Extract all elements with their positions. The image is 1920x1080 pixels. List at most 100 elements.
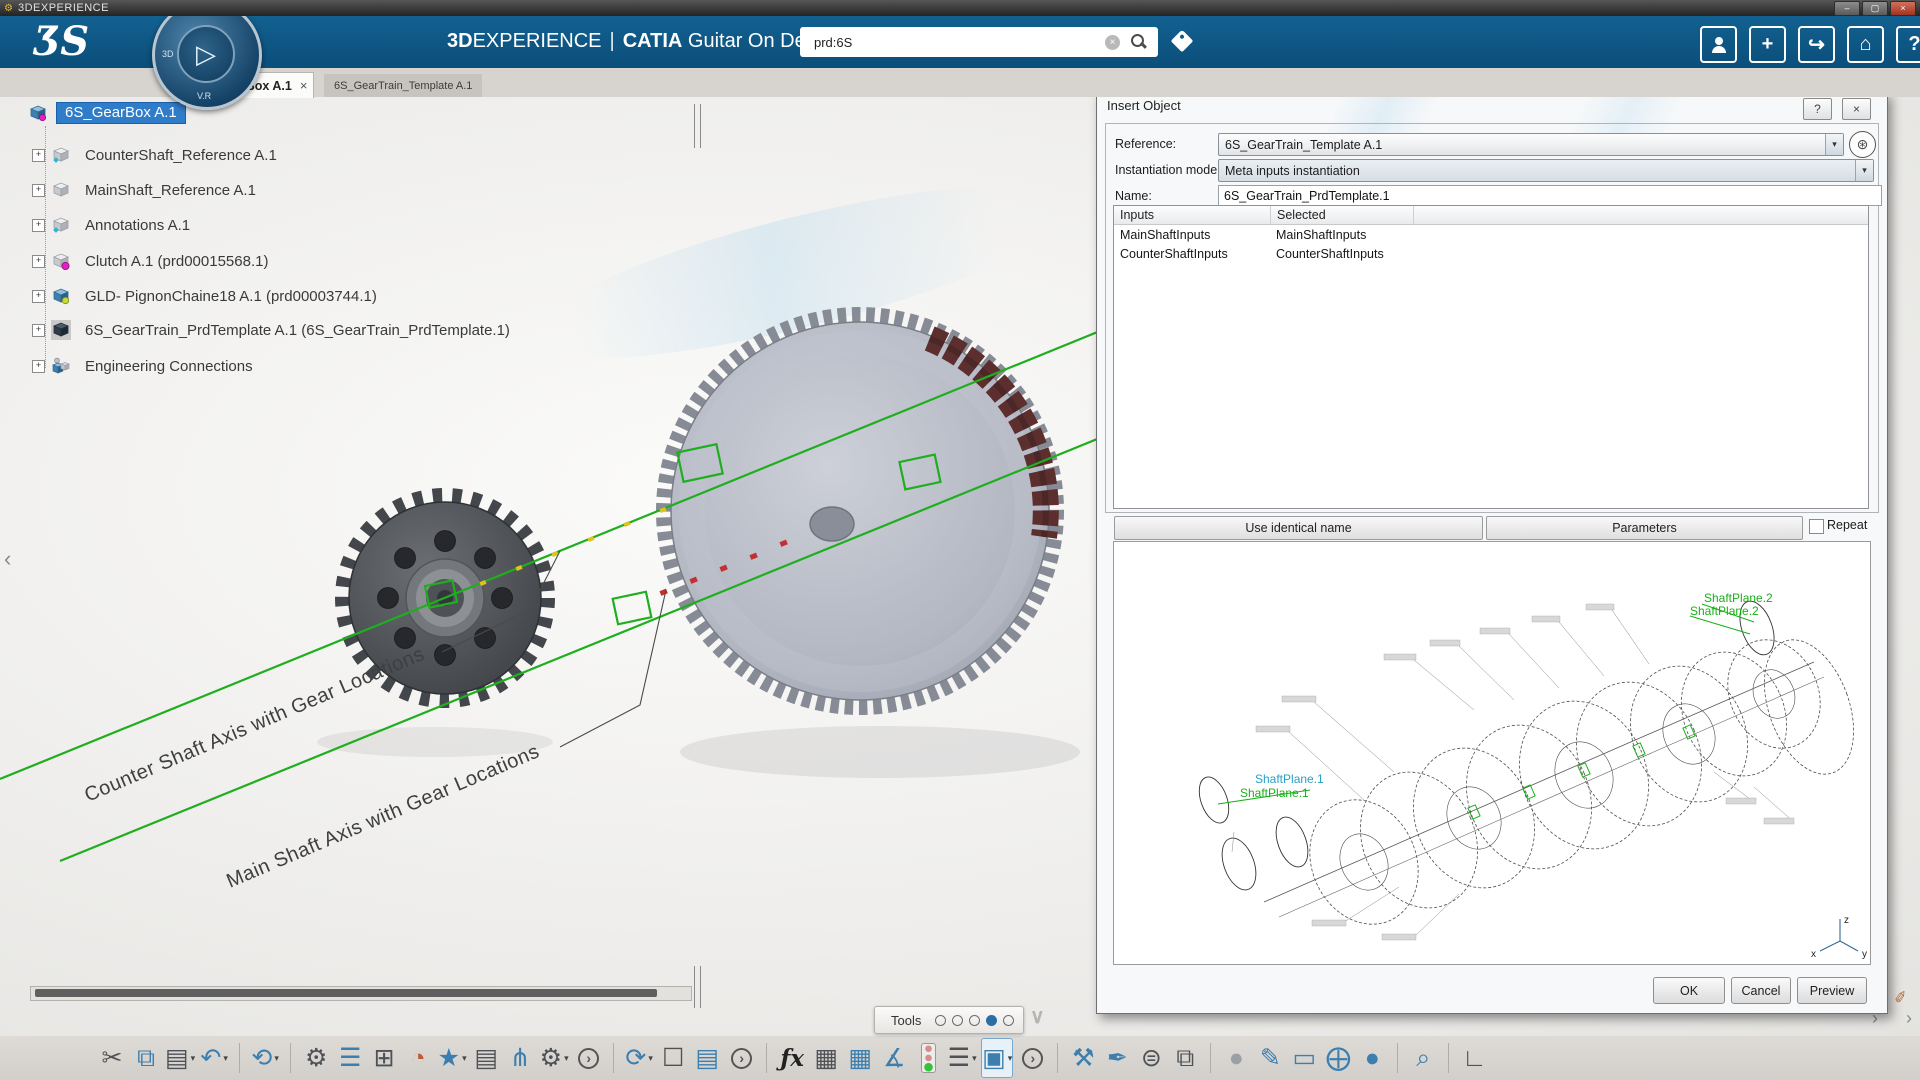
cut-button[interactable]: ✂: [97, 1039, 127, 1077]
view-cube-dropdown[interactable]: ▾: [1008, 1053, 1013, 1064]
paste-button[interactable]: ▤▾: [165, 1039, 195, 1077]
tree-root-gearbox[interactable]: 6S_GearBox A.1: [24, 100, 186, 126]
tree-resize-handle-bottom[interactable]: [694, 966, 701, 1008]
horizontal-scrollbar[interactable]: [30, 986, 692, 1001]
reference-browse-icon[interactable]: ⊛: [1849, 131, 1876, 158]
column-selected[interactable]: Selected: [1271, 206, 1414, 224]
close-tab-icon[interactable]: ×: [300, 78, 308, 93]
dialog-close-button[interactable]: ×: [1842, 98, 1871, 120]
tree-root-label[interactable]: 6S_GearBox A.1: [56, 102, 186, 124]
expand-icon[interactable]: +: [32, 149, 45, 162]
robot-tools-button[interactable]: ⚒: [1068, 1039, 1098, 1077]
tab-geartrain-template[interactable]: 6S_GearTrain_Template A.1: [324, 74, 482, 97]
ok-button[interactable]: OK: [1653, 977, 1725, 1004]
name-field[interactable]: [1218, 185, 1882, 206]
home-button[interactable]: ⌂: [1847, 26, 1884, 63]
reference-combo[interactable]: 6S_GearTrain_Template A.1 ▾: [1218, 133, 1844, 156]
close-window-button[interactable]: ×: [1890, 1, 1916, 16]
forms-grid-button[interactable]: ⊞: [369, 1039, 399, 1077]
compass-play-icon[interactable]: ▷: [177, 25, 235, 83]
tree-item-geartrain-prdtemplate[interactable]: + 6S_GearTrain_PrdTemplate A.1 (6S_GearT…: [24, 317, 510, 343]
table-row-countershaft[interactable]: CounterShaftInputs CounterShaftInputs: [1114, 244, 1868, 263]
tree-resize-handle-top[interactable]: [694, 104, 701, 148]
eyedropper-button[interactable]: ✎: [1255, 1039, 1285, 1077]
undo-button[interactable]: ↶▾: [199, 1039, 229, 1077]
collapse-left-panel-icon[interactable]: ‹: [4, 546, 11, 572]
palette-page-dot-4-active[interactable]: [986, 1015, 997, 1026]
synchronize-dropdown[interactable]: ▾: [648, 1053, 653, 1064]
design-table-button[interactable]: ▦: [811, 1039, 841, 1077]
add-material-button[interactable]: ⨁: [1323, 1039, 1353, 1077]
expand-icon[interactable]: +: [32, 290, 45, 303]
search-icon[interactable]: [1130, 33, 1148, 51]
share-button[interactable]: ↪: [1798, 26, 1835, 63]
palette-page-dot-1[interactable]: [935, 1015, 946, 1026]
select-region-button[interactable]: ☐: [658, 1039, 688, 1077]
expand-icon[interactable]: +: [32, 360, 45, 373]
tree-item-engineering-connections[interactable]: + Engineering Connections: [24, 353, 253, 379]
palette-page-dot-5[interactable]: [1003, 1015, 1014, 1026]
template-preview-viewer[interactable]: ShaftPlane.1 ShaftPlane.1 ShaftPlane.2 S…: [1113, 541, 1871, 965]
parameters-button[interactable]: Parameters: [1486, 516, 1803, 540]
palette-page-dot-2[interactable]: [952, 1015, 963, 1026]
palette-page-dot-3[interactable]: [969, 1015, 980, 1026]
formula-button[interactable]: ƒx: [777, 1039, 807, 1077]
chevron-down-icon[interactable]: ▾: [1825, 134, 1843, 155]
palette-collapse-icon[interactable]: ∨: [1030, 1004, 1045, 1029]
preview-button[interactable]: Preview: [1797, 977, 1867, 1004]
favorites-star-dropdown[interactable]: ▾: [462, 1053, 467, 1064]
favorites-star-button[interactable]: ★▾: [437, 1039, 467, 1077]
dialog-help-button[interactable]: ?: [1803, 98, 1832, 120]
chevron-down-icon[interactable]: ▾: [1855, 160, 1873, 181]
more-1-button[interactable]: ›: [573, 1039, 603, 1077]
expand-icon[interactable]: +: [32, 255, 45, 268]
data-planes-button[interactable]: ⧉: [1170, 1039, 1200, 1077]
manage-save-button[interactable]: ⚙: [301, 1039, 331, 1077]
update-dropdown[interactable]: ▾: [274, 1053, 279, 1064]
tools-palette[interactable]: Tools: [874, 1006, 1024, 1034]
synchronize-button[interactable]: ⟳▾: [624, 1039, 654, 1077]
bottom-right-chevron-2[interactable]: ›: [1906, 1008, 1912, 1029]
paste-dropdown[interactable]: ▾: [191, 1053, 196, 1064]
print-structure-button[interactable]: ▤: [692, 1039, 722, 1077]
tree-item-gld-pignonchaine[interactable]: + GLD- PignonChaine18 A.1 (prd00003744.1…: [24, 283, 377, 309]
rulers-button[interactable]: ∟: [1459, 1039, 1489, 1077]
tune-panel-button[interactable]: ☰▾: [947, 1039, 977, 1077]
3d-compass[interactable]: ▷ 3D V.R ♟: [152, 0, 262, 110]
help-button[interactable]: ?: [1896, 26, 1920, 63]
catalog-notebook-button[interactable]: ▤: [471, 1039, 501, 1077]
copy-button[interactable]: ⧉: [131, 1039, 161, 1077]
minimize-button[interactable]: –: [1834, 1, 1860, 16]
knowledge-pen-button[interactable]: ✒: [1102, 1039, 1132, 1077]
options-panel-dropdown[interactable]: ▾: [564, 1053, 569, 1064]
more-3-button[interactable]: ›: [1017, 1039, 1047, 1077]
options-panel-button[interactable]: ⚙▾: [539, 1039, 569, 1077]
profile-button[interactable]: [1700, 26, 1737, 63]
table-3d-button[interactable]: ▦: [845, 1039, 875, 1077]
expand-icon[interactable]: +: [32, 219, 45, 232]
tree-item-annotations[interactable]: + Annotations A.1: [24, 212, 190, 238]
dashboard-pie-button[interactable]: ◔: [403, 1039, 433, 1077]
tree-item-countershaft-reference[interactable]: + CounterShaft_Reference A.1: [24, 142, 277, 168]
compass-vr-quadrant[interactable]: V.R: [197, 91, 211, 101]
view-cube-button[interactable]: ▣▾: [981, 1038, 1013, 1078]
undo-dropdown[interactable]: ▾: [223, 1053, 228, 1064]
data-cylinder-button[interactable]: ⊜: [1136, 1039, 1166, 1077]
apply-material-button[interactable]: ●: [1357, 1039, 1387, 1077]
add-content-button[interactable]: +: [1749, 26, 1786, 63]
compass-3d-quadrant[interactable]: 3D: [162, 49, 174, 59]
cancel-button[interactable]: Cancel: [1731, 977, 1791, 1004]
update-button[interactable]: ⟲▾: [250, 1039, 280, 1077]
measure-button[interactable]: ∡: [879, 1039, 909, 1077]
simulation-status-button[interactable]: [913, 1039, 943, 1077]
list-editor-button[interactable]: ☰: [335, 1039, 365, 1077]
search-input[interactable]: [812, 34, 1105, 51]
table-row-mainshaft[interactable]: MainShaftInputs MainShaftInputs: [1114, 225, 1868, 244]
more-2-button[interactable]: ›: [726, 1039, 756, 1077]
repeat-checkbox[interactable]: [1809, 519, 1824, 534]
maximize-button[interactable]: ▢: [1862, 1, 1888, 16]
tag-icon[interactable]: [1171, 30, 1194, 53]
tree-item-clutch[interactable]: + Clutch A.1 (prd00015568.1): [24, 248, 268, 274]
column-inputs[interactable]: Inputs: [1114, 206, 1271, 224]
tree-item-mainshaft-reference[interactable]: + MainShaft_Reference A.1: [24, 177, 256, 203]
